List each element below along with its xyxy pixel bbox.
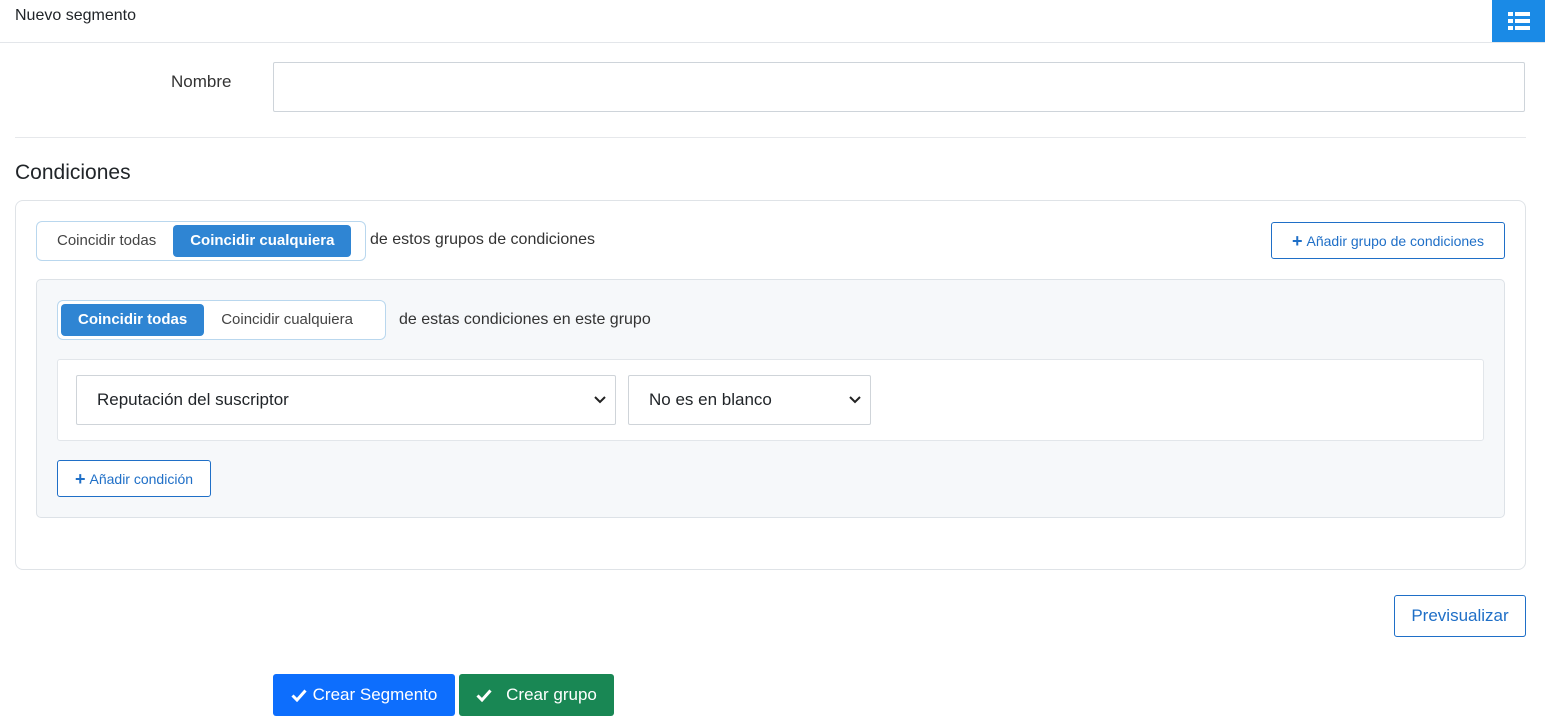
chevron-down-icon bbox=[594, 396, 606, 404]
group-match-all-option[interactable]: Coincidir todas bbox=[61, 304, 205, 336]
list-view-button[interactable] bbox=[1492, 0, 1545, 42]
plus-icon: + bbox=[74, 468, 86, 489]
create-segment-button[interactable]: Crear Segmento bbox=[273, 674, 455, 716]
conditions-title: Condiciones bbox=[15, 161, 131, 184]
check-icon bbox=[476, 688, 492, 702]
plus-icon: + bbox=[1292, 230, 1303, 251]
condition-operator-select[interactable]: No es en blanco bbox=[628, 375, 871, 425]
list-view-icon bbox=[1507, 12, 1530, 30]
create-group-label: Crear grupo bbox=[506, 685, 597, 704]
add-condition-group-button[interactable]: + Añadir grupo de condiciones bbox=[1271, 222, 1505, 259]
group-match-toggle: Coincidir todas Coincidir cualquiera bbox=[57, 300, 386, 340]
outer-match-any-option[interactable]: Coincidir cualquiera bbox=[173, 225, 352, 257]
condition-operator-value: No es en blanco bbox=[649, 390, 772, 409]
add-condition-button[interactable]: + Añadir condición bbox=[57, 460, 211, 497]
group-toggle-suffix: de estas condiciones en este grupo bbox=[399, 311, 651, 328]
add-condition-label: Añadir condición bbox=[89, 470, 194, 487]
preview-label: Previsualizar bbox=[1411, 606, 1509, 625]
top-bar: Nuevo segmento bbox=[0, 0, 1545, 43]
divider bbox=[15, 137, 1526, 138]
page-title: Nuevo segmento bbox=[15, 7, 136, 24]
name-label: Nombre bbox=[171, 72, 232, 91]
preview-button[interactable]: Previsualizar bbox=[1394, 595, 1526, 637]
add-condition-group-label: Añadir grupo de condiciones bbox=[1306, 232, 1484, 249]
outer-match-toggle: Coincidir todas Coincidir cualquiera bbox=[36, 221, 366, 261]
name-input[interactable] bbox=[273, 62, 1525, 112]
condition-field-value: Reputación del suscriptor bbox=[97, 390, 289, 409]
outer-toggle-suffix: de estos grupos de condiciones bbox=[370, 231, 596, 248]
create-group-button[interactable]: Crear grupo bbox=[459, 674, 614, 716]
create-segment-label: Crear Segmento bbox=[312, 685, 438, 704]
check-icon bbox=[291, 688, 307, 702]
group-match-any-option[interactable]: Coincidir cualquiera bbox=[204, 304, 370, 336]
condition-field-select[interactable]: Reputación del suscriptor bbox=[76, 375, 616, 425]
chevron-down-icon bbox=[849, 396, 861, 404]
outer-match-all-option[interactable]: Coincidir todas bbox=[40, 225, 173, 257]
